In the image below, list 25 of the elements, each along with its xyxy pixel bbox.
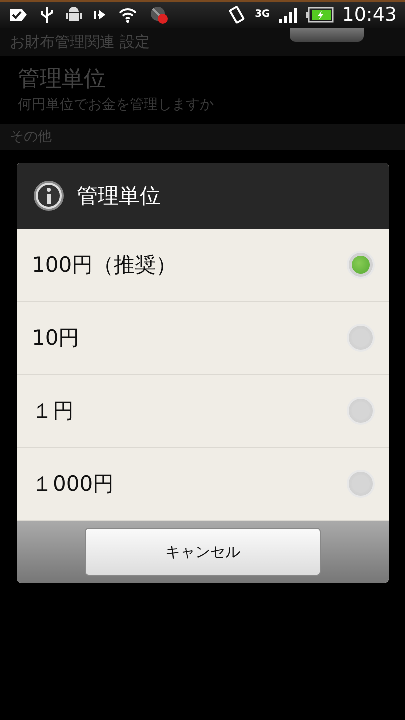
info-icon [33, 180, 65, 212]
option-label: １000円 [32, 471, 114, 498]
radio-button[interactable] [347, 397, 375, 425]
option-label: １円 [32, 398, 74, 425]
option-label: 10円 [32, 325, 80, 352]
radio-button[interactable] [347, 470, 375, 498]
usb-icon [40, 6, 54, 24]
vibrate-icon [227, 5, 248, 25]
network-label: 3G [255, 10, 270, 20]
radio-button[interactable] [347, 324, 375, 352]
preference-summary: 何円単位でお金を管理しますか [18, 96, 215, 114]
option-label: 100円（推奨） [32, 252, 178, 279]
android-icon [66, 6, 82, 24]
radio-button[interactable] [347, 251, 375, 279]
dialog-title: 管理単位 [77, 183, 161, 210]
preference-title: 管理単位 [18, 66, 107, 94]
wifi-icon [118, 7, 138, 23]
clock-time: 10:43 [342, 4, 397, 26]
cancel-button[interactable]: キャンセル [85, 528, 321, 576]
arrow-icon [94, 9, 106, 21]
alert-icon [150, 6, 168, 24]
notification-handle[interactable] [290, 28, 364, 42]
signal-icon [278, 7, 298, 23]
message-icon [8, 8, 28, 22]
battery-icon [306, 7, 334, 23]
